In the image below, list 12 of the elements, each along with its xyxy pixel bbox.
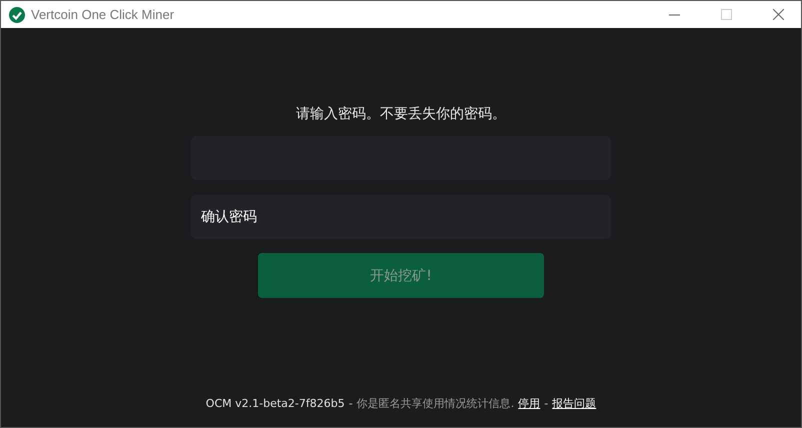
disable-link[interactable]: 停用: [518, 396, 540, 411]
maximize-icon: [720, 9, 732, 20]
version-text: OCM v2.1-beta2-7f826b5: [206, 397, 345, 410]
stats-notice: 你是匿名共享使用情况统计信息.: [356, 396, 514, 411]
separator-text: -: [544, 397, 548, 410]
confirm-password-field[interactable]: 确认密码: [191, 195, 611, 239]
report-issue-link[interactable]: 报告问题: [552, 396, 596, 411]
check-logo-icon: [9, 6, 25, 22]
window-title: Vertcoin One Click Miner: [31, 7, 176, 22]
separator-text: -: [348, 397, 353, 410]
password-prompt: 请输入密码。不要丢失你的密码。: [296, 105, 506, 123]
close-icon: [772, 9, 784, 20]
